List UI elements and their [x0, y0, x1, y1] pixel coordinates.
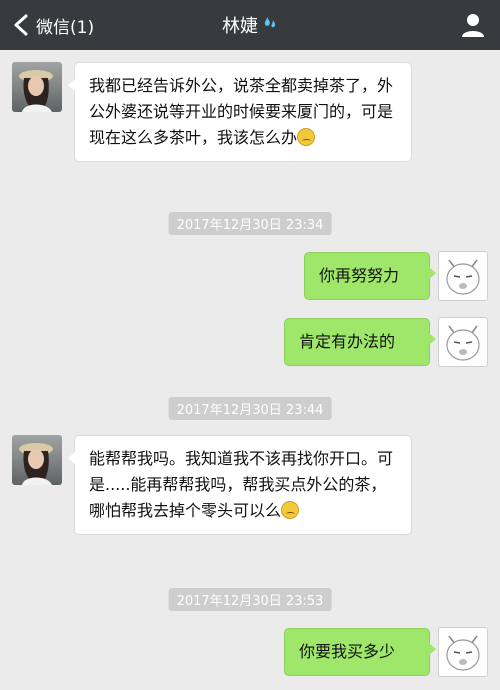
timestamp: 2017年12月30日 23:34 [168, 212, 332, 235]
profile-icon[interactable] [460, 12, 486, 38]
sweat-drops-icon [262, 15, 278, 35]
chat-title: 林婕 [150, 12, 350, 38]
chat-header: 微信(1) 林婕 [0, 0, 500, 50]
timestamp: 2017年12月30日 23:53 [168, 588, 332, 611]
message-text: 你再努努力 [319, 266, 400, 285]
back-button[interactable]: 微信(1) [12, 10, 94, 40]
contact-avatar[interactable] [12, 435, 62, 485]
chevron-left-icon [14, 14, 28, 36]
message-bubble-incoming[interactable]: 我都已经告诉外公，说茶全都卖掉茶了，外公外婆还说等开业的时候要来厦门的，可是现在… [68, 62, 412, 162]
my-avatar[interactable] [438, 627, 488, 677]
contact-name: 林婕 [222, 16, 258, 37]
message-bubble-outgoing[interactable]: 肯定有办法的 [284, 318, 436, 366]
contact-photo [19, 70, 53, 112]
timestamp: 2017年12月30日 23:44 [168, 397, 332, 420]
sticker-face-icon [446, 325, 480, 361]
message-bubble-outgoing[interactable]: 你要我买多少 [284, 628, 436, 676]
my-avatar[interactable] [438, 317, 488, 367]
sticker-face-icon [446, 259, 480, 295]
message-bubble-incoming[interactable]: 能帮帮我吗。我知道我不该再找你开口。可是.....能再帮帮我吗，帮我买点外公的茶… [68, 435, 412, 535]
my-avatar[interactable] [438, 251, 488, 301]
back-label: 微信(1) [36, 17, 95, 38]
contact-photo [19, 443, 53, 485]
sticker-face-icon [446, 635, 480, 671]
message-text: 肯定有办法的 [299, 332, 396, 351]
contact-avatar[interactable] [12, 62, 62, 112]
message-text: 我都已经告诉外公，说茶全都卖掉茶了，外公外婆还说等开业的时候要来厦门的，可是现在… [89, 76, 394, 147]
message-text: 你要我买多少 [299, 642, 396, 661]
grimace-emoji-icon [297, 128, 316, 146]
message-text: 能帮帮我吗。我知道我不该再找你开口。可是.....能再帮帮我吗，帮我买点外公的茶… [89, 449, 394, 520]
message-bubble-outgoing[interactable]: 你再努努力 [304, 252, 436, 300]
grimace-emoji-icon [281, 501, 300, 519]
